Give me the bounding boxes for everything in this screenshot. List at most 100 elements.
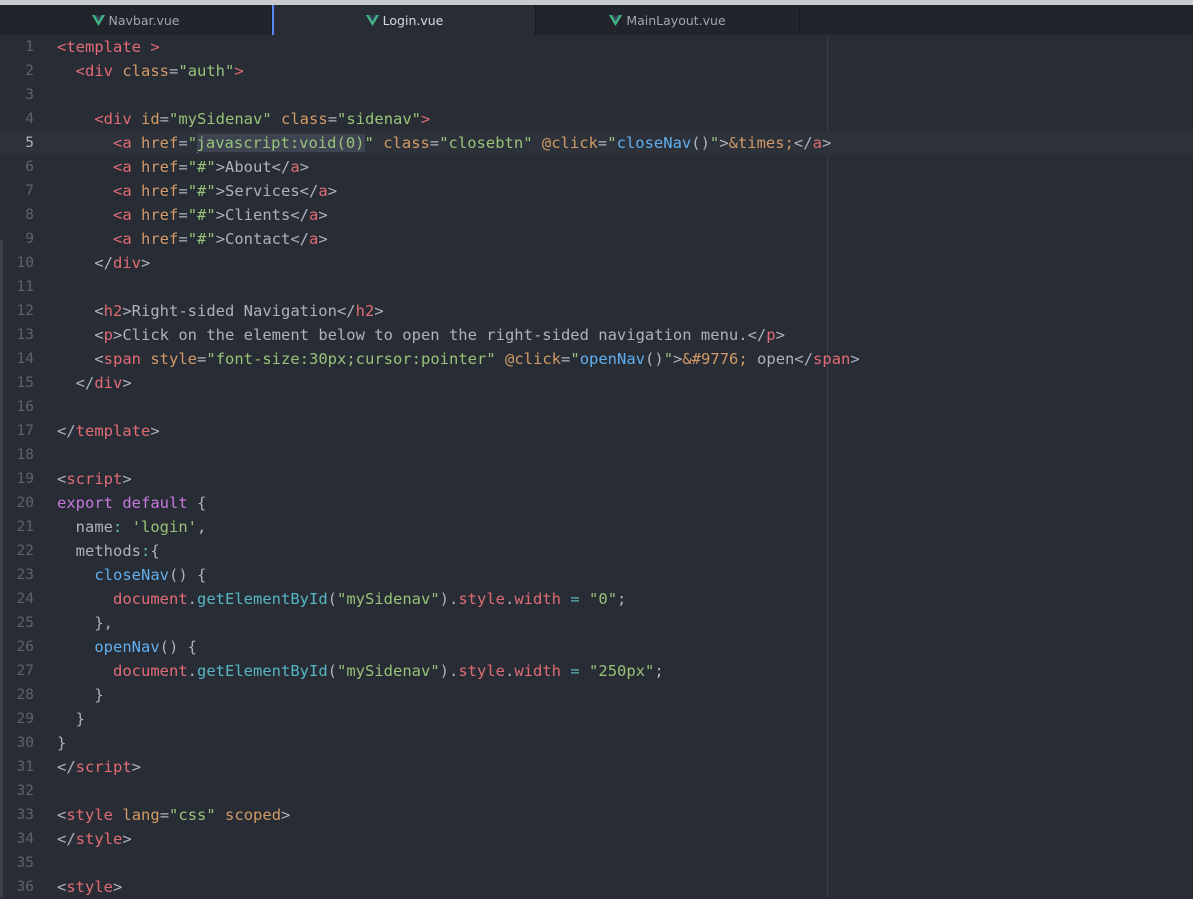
code-text: </template> [57, 419, 160, 443]
code-token: </ [57, 758, 76, 776]
code-token: "#" [187, 230, 216, 248]
code-text: }, [57, 611, 113, 635]
code-token: < [57, 878, 67, 896]
code-line[interactable]: 10 </div> [0, 251, 1193, 275]
line-number: 11 [16, 279, 34, 295]
code-token: () [691, 134, 710, 152]
code-line[interactable]: 15 </div> [0, 371, 1193, 395]
code-line[interactable]: 4 <div id="mySidenav" class="sidenav"> [0, 107, 1193, 131]
code-line[interactable]: 11 [0, 275, 1193, 299]
line-number: 10 [16, 255, 34, 271]
code-token: script [66, 470, 123, 488]
code-token: </ [793, 134, 813, 152]
code-line[interactable]: 3 [0, 83, 1193, 107]
code-line[interactable]: 13 <p>Click on the element below to open… [0, 323, 1193, 347]
code-line[interactable]: 29 } [0, 707, 1193, 731]
code-token: &#9776; [682, 350, 748, 368]
code-token: <a [113, 158, 132, 176]
code-text: <h2>Right-sided Navigation</h2> [57, 299, 383, 323]
code-token: = [570, 662, 580, 680]
code-line[interactable]: 16 [0, 395, 1193, 419]
code-line[interactable]: 27 document.getElementById("mySidenav").… [0, 659, 1193, 683]
code-line[interactable]: 25 }, [0, 611, 1193, 635]
code-token: style [458, 590, 505, 608]
vue-icon [365, 14, 379, 26]
code-line[interactable]: 30} [0, 731, 1193, 755]
code-token: > [113, 878, 123, 896]
code-token: > [318, 230, 328, 248]
code-text: closeNav() { [57, 563, 206, 587]
code-line[interactable]: 32 [0, 779, 1193, 803]
code-token: "mySidenav" [169, 110, 272, 128]
code-token: ; [654, 662, 664, 680]
code-line[interactable]: 5 <a href="javascript:void(0)" class="cl… [0, 131, 1193, 155]
code-line[interactable]: 14 <span style="font-size:30px;cursor:po… [0, 347, 1193, 371]
line-number: 20 [16, 495, 34, 511]
code-text: </div> [57, 251, 150, 275]
line-number: 12 [16, 303, 34, 319]
tab-navbar-vue[interactable]: Navbar.vue [0, 5, 272, 35]
code-line[interactable]: 23 closeNav() { [0, 563, 1193, 587]
code-line[interactable]: 9 <a href="#">Contact</a> [0, 227, 1193, 251]
code-token: > [141, 254, 151, 272]
code-text: </script> [57, 755, 141, 779]
line-number: 16 [16, 399, 34, 415]
code-token: ; [617, 590, 627, 608]
code-token: style [66, 878, 114, 896]
line-number: 3 [25, 87, 34, 103]
code-editor[interactable]: 1 <template >2 <div class="auth"> 3 4 <div … [0, 35, 1193, 897]
line-number: 17 [16, 423, 34, 439]
code-line[interactable]: 17 </template> [0, 419, 1193, 443]
code-token: () [645, 350, 664, 368]
line-number: 33 [16, 807, 34, 823]
code-token: > [421, 110, 431, 128]
code-token: " [709, 134, 720, 152]
code-token: href [141, 134, 179, 152]
code-line[interactable]: 35 [0, 851, 1193, 875]
line-number: 2 [25, 63, 34, 79]
code-line[interactable]: 28 } [0, 683, 1193, 707]
code-line[interactable]: 31 </script> [0, 755, 1193, 779]
code-line[interactable]: 24 document.getElementById("mySidenav").… [0, 587, 1193, 611]
code-line[interactable]: 20 export default { [0, 491, 1193, 515]
code-line[interactable]: 21 name: 'login', [0, 515, 1193, 539]
line-number: 19 [16, 471, 34, 487]
code-line[interactable]: 26 openNav() { [0, 635, 1193, 659]
code-line[interactable]: 33 <style lang="css" scoped> [0, 803, 1193, 827]
code-token: default [122, 494, 188, 512]
tab-mainlayout-vue[interactable]: MainLayout.vue [536, 5, 800, 35]
code-line[interactable]: 36 <style> [0, 875, 1193, 899]
code-token: = [169, 62, 179, 80]
code-token: } [57, 734, 67, 752]
code-line[interactable]: 1 <template > [0, 35, 1193, 59]
line-number: 24 [16, 591, 34, 607]
code-line[interactable]: 22 methods:{ [0, 539, 1193, 563]
code-line[interactable]: 7 <a href="#">Services</a> [0, 179, 1193, 203]
code-token: >Right-sided Navigation</ [122, 302, 356, 320]
code-token: h2 [103, 302, 123, 320]
code-token: "0" [589, 590, 618, 608]
code-line[interactable]: 18 [0, 443, 1193, 467]
code-token: ( [327, 662, 337, 680]
line-number: 15 [16, 375, 34, 391]
tab-bar-empty-area [800, 5, 1193, 35]
code-text: name: 'login', [57, 515, 207, 539]
code-line[interactable]: 6 <a href="#">About</a> [0, 155, 1193, 179]
code-line[interactable]: 12 <h2>Right-sided Navigation</h2> [0, 299, 1193, 323]
code-line[interactable]: 34 </style> [0, 827, 1193, 851]
line-number: 36 [16, 879, 34, 895]
code-line[interactable]: 8 <a href="#">Clients</a> [0, 203, 1193, 227]
tab-login-vue[interactable]: Login.vue [272, 5, 536, 35]
code-token: </ [57, 374, 95, 392]
code-line[interactable]: 19 <script> [0, 467, 1193, 491]
code-token: . [187, 662, 197, 680]
code-line[interactable]: 2 <div class="auth"> [0, 59, 1193, 83]
